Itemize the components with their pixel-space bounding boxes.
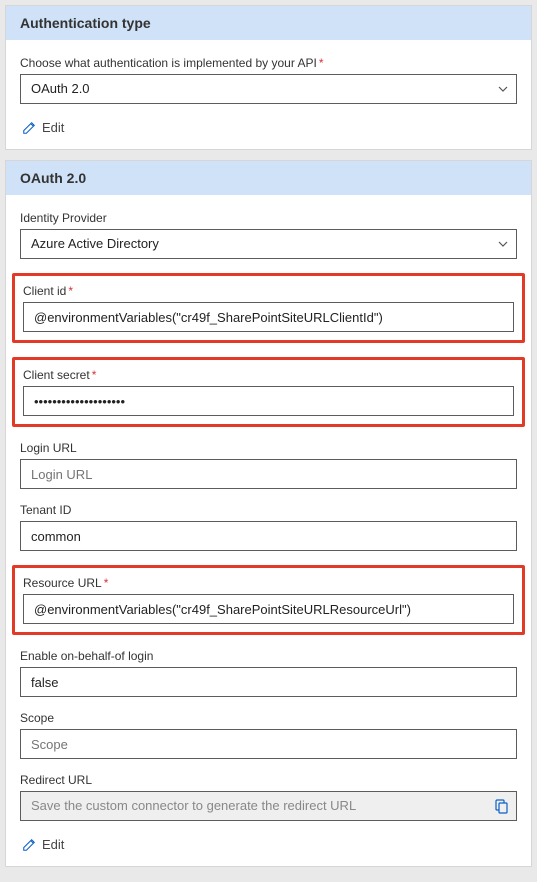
identity-provider-value: Azure Active Directory [20, 229, 517, 259]
redirect-url-label: Redirect URL [20, 773, 517, 787]
client-secret-highlight: Client secret* [12, 357, 525, 427]
auth-type-card: Authentication type Choose what authenti… [5, 5, 532, 150]
identity-provider-label: Identity Provider [20, 211, 517, 225]
tenant-id-label: Tenant ID [20, 503, 517, 517]
resource-url-label: Resource URL* [23, 576, 514, 590]
tenant-id-input[interactable] [20, 521, 517, 551]
oauth-edit-label: Edit [42, 837, 64, 852]
identity-provider-select[interactable]: Azure Active Directory [20, 229, 517, 259]
login-url-label: Login URL [20, 441, 517, 455]
on-behalf-label: Enable on-behalf-of login [20, 649, 517, 663]
pencil-icon [22, 838, 36, 852]
auth-prompt-label: Choose what authentication is implemente… [20, 56, 517, 70]
auth-type-select[interactable]: OAuth 2.0 [20, 74, 517, 104]
copy-icon[interactable] [491, 796, 511, 816]
client-id-input[interactable] [23, 302, 514, 332]
auth-edit-button[interactable]: Edit [20, 118, 66, 137]
scope-input[interactable] [20, 729, 517, 759]
on-behalf-input[interactable] [20, 667, 517, 697]
auth-type-header: Authentication type [6, 6, 531, 40]
oauth-edit-button[interactable]: Edit [20, 835, 66, 854]
auth-type-value: OAuth 2.0 [20, 74, 517, 104]
scope-label: Scope [20, 711, 517, 725]
resource-url-highlight: Resource URL* [12, 565, 525, 635]
oauth-card: OAuth 2.0 Identity Provider Azure Active… [5, 160, 532, 867]
client-secret-input[interactable] [23, 386, 514, 416]
login-url-input[interactable] [20, 459, 517, 489]
client-secret-label: Client secret* [23, 368, 514, 382]
redirect-url-field: Save the custom connector to generate th… [20, 791, 517, 821]
client-id-highlight: Client id* [12, 273, 525, 343]
auth-edit-label: Edit [42, 120, 64, 135]
client-id-label: Client id* [23, 284, 514, 298]
resource-url-input[interactable] [23, 594, 514, 624]
pencil-icon [22, 121, 36, 135]
oauth-header: OAuth 2.0 [6, 161, 531, 195]
